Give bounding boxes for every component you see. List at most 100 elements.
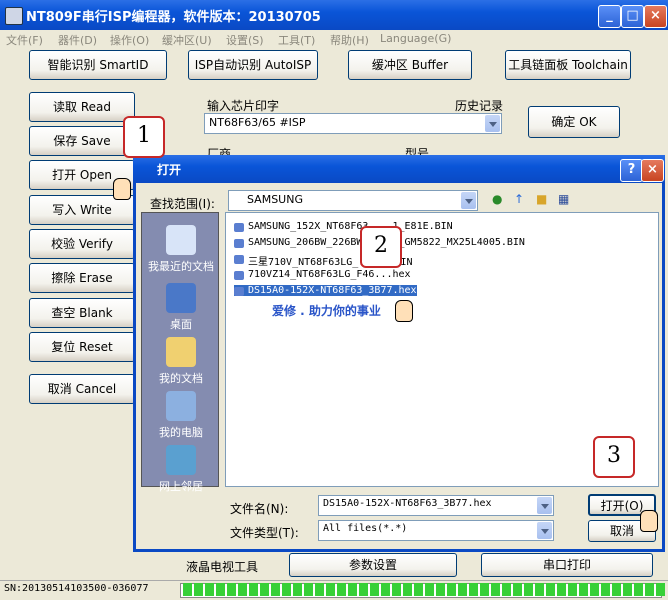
progress-segment bbox=[590, 583, 599, 596]
progress-segment bbox=[326, 583, 335, 596]
progress-segment bbox=[216, 583, 225, 596]
menu-help[interactable]: 帮助(H) bbox=[330, 32, 369, 48]
progress-segment bbox=[381, 583, 390, 596]
window-title: NT809F串行ISP编程器，软件版本：20130705 bbox=[26, 10, 321, 25]
blank-button[interactable]: 查空 Blank bbox=[29, 298, 135, 328]
erase-button[interactable]: 擦除 Erase bbox=[29, 263, 135, 293]
places-bar: 我最近的文档 桌面 我的文档 我的电脑 网上邻居 bbox=[141, 212, 220, 493]
selected-file-item[interactable]: DS15A0-152X-NT68F63_3B77.hex bbox=[234, 285, 417, 296]
progress-segment bbox=[579, 583, 588, 596]
lcd-tool-label[interactable]: 液晶电视工具 bbox=[186, 558, 258, 575]
computer-icon bbox=[166, 391, 196, 421]
progress-segment bbox=[304, 583, 313, 596]
new-folder-icon[interactable]: ■ bbox=[536, 192, 547, 206]
progress-segment bbox=[392, 583, 401, 596]
chevron-down-icon[interactable] bbox=[485, 115, 500, 132]
up-folder-icon[interactable]: ↑ bbox=[514, 192, 524, 206]
progress-segment bbox=[315, 583, 324, 596]
place-desktop[interactable]: 桌面 bbox=[142, 277, 220, 332]
progress-segment bbox=[359, 583, 368, 596]
clock-icon bbox=[166, 225, 196, 255]
desktop-icon bbox=[166, 283, 196, 313]
place-computer[interactable]: 我的电脑 bbox=[142, 385, 220, 440]
chevron-down-icon[interactable] bbox=[537, 497, 552, 514]
progress-segment bbox=[282, 583, 291, 596]
help-button[interactable]: ? bbox=[620, 159, 643, 182]
place-network[interactable]: 网上邻居 bbox=[142, 439, 220, 494]
progress-segment bbox=[238, 583, 247, 596]
filetype-select[interactable]: All files(*.*) bbox=[318, 520, 554, 541]
progress-segment bbox=[205, 583, 214, 596]
close-button[interactable]: × bbox=[644, 5, 667, 28]
place-recent[interactable]: 我最近的文档 bbox=[142, 219, 220, 274]
back-icon[interactable]: ● bbox=[492, 192, 502, 206]
progress-segment bbox=[502, 583, 511, 596]
chip-input[interactable]: NT68F63/65 #ISP bbox=[204, 113, 502, 134]
folder-icon bbox=[166, 337, 196, 367]
place-documents[interactable]: 我的文档 bbox=[142, 331, 220, 386]
progress-segment bbox=[271, 583, 280, 596]
watermark-text: 爱修 . 助力你的事业 bbox=[272, 304, 381, 318]
menu-device[interactable]: 器件(D) bbox=[58, 32, 97, 48]
progress-segment bbox=[458, 583, 467, 596]
save-button[interactable]: 保存 Save bbox=[29, 126, 135, 156]
progress-segment bbox=[414, 583, 423, 596]
progress-segment bbox=[601, 583, 610, 596]
place-desktop-label: 桌面 bbox=[170, 318, 192, 331]
serial-number: SN:20130514103500-036077 bbox=[4, 583, 149, 594]
list-item[interactable]: 710VZ14_NT68F63LG_F46...hex bbox=[234, 269, 411, 280]
maximize-button[interactable]: □ bbox=[621, 5, 644, 28]
menu-operate[interactable]: 操作(O) bbox=[110, 32, 149, 48]
callout-3: 3 bbox=[593, 436, 635, 478]
progress-segment bbox=[403, 583, 412, 596]
menu-settings[interactable]: 设置(S) bbox=[226, 32, 264, 48]
place-network-label: 网上邻居 bbox=[159, 480, 203, 493]
buffer-button[interactable]: 缓冲区 Buffer bbox=[348, 50, 472, 80]
progress-segment bbox=[480, 583, 489, 596]
verify-button[interactable]: 校验 Verify bbox=[29, 229, 135, 259]
progress-segment bbox=[425, 583, 434, 596]
progress-segment bbox=[612, 583, 621, 596]
progress-segment bbox=[513, 583, 522, 596]
progress-segment bbox=[447, 583, 456, 596]
menu-bar: 文件(F) 器件(D) 操作(O) 缓冲区(U) 设置(S) 工具(T) 帮助(… bbox=[0, 30, 668, 50]
menu-buffer[interactable]: 缓冲区(U) bbox=[162, 32, 212, 48]
progress-segment bbox=[568, 583, 577, 596]
autoisp-button[interactable]: ISP自动识别 AutoISP bbox=[188, 50, 318, 80]
title-bar: NT809F串行ISP编程器，软件版本：20130705 _ □ × bbox=[0, 0, 668, 30]
reset-button[interactable]: 复位 Reset bbox=[29, 332, 135, 362]
serial-print-button[interactable]: 串口打印 bbox=[481, 553, 653, 577]
view-menu-icon[interactable]: ▦ bbox=[558, 192, 569, 206]
chevron-down-icon[interactable] bbox=[461, 192, 476, 209]
callout-1: 1 bbox=[123, 116, 165, 158]
lookin-value: SAMSUNG bbox=[247, 193, 303, 206]
progress-segment bbox=[436, 583, 445, 596]
progress-segment bbox=[260, 583, 269, 596]
progress-segment bbox=[194, 583, 203, 596]
minimize-button[interactable]: _ bbox=[598, 5, 621, 28]
read-button[interactable]: 读取 Read bbox=[29, 92, 135, 122]
filetype-label: 文件类型(T): bbox=[230, 526, 299, 540]
lookin-select[interactable]: SAMSUNG bbox=[228, 190, 478, 211]
progress-segment bbox=[491, 583, 500, 596]
toolchain-button[interactable]: 工具链面板 Toolchain bbox=[505, 50, 631, 80]
progress-segment bbox=[656, 583, 665, 596]
dialog-title-bar: 打开 ? × bbox=[133, 155, 665, 183]
ok-button[interactable]: 确定 OK bbox=[528, 106, 620, 138]
menu-language[interactable]: Language(G) bbox=[380, 32, 451, 45]
app-icon bbox=[5, 7, 23, 25]
filename-input[interactable]: DS15A0-152X-NT68F63_3B77.hex bbox=[318, 495, 554, 516]
place-computer-label: 我的电脑 bbox=[159, 426, 203, 439]
menu-tools[interactable]: 工具(T) bbox=[278, 32, 315, 48]
network-icon bbox=[166, 445, 196, 475]
dialog-close-button[interactable]: × bbox=[641, 159, 664, 182]
menu-file[interactable]: 文件(F) bbox=[6, 32, 43, 48]
lookin-label: 查找范围(I): bbox=[150, 197, 215, 211]
smartid-button[interactable]: 智能识别 SmartID bbox=[29, 50, 167, 80]
chevron-down-icon[interactable] bbox=[537, 522, 552, 539]
list-item[interactable]: SAMSUNG_152X_NT68F63_...1_E81E.BIN bbox=[234, 221, 453, 232]
filename-value: DS15A0-152X-NT68F63_3B77.hex bbox=[323, 498, 492, 509]
cancel-button[interactable]: 取消 Cancel bbox=[29, 374, 135, 404]
place-recent-label: 我最近的文档 bbox=[148, 260, 214, 273]
params-button[interactable]: 参数设置 bbox=[289, 553, 457, 577]
